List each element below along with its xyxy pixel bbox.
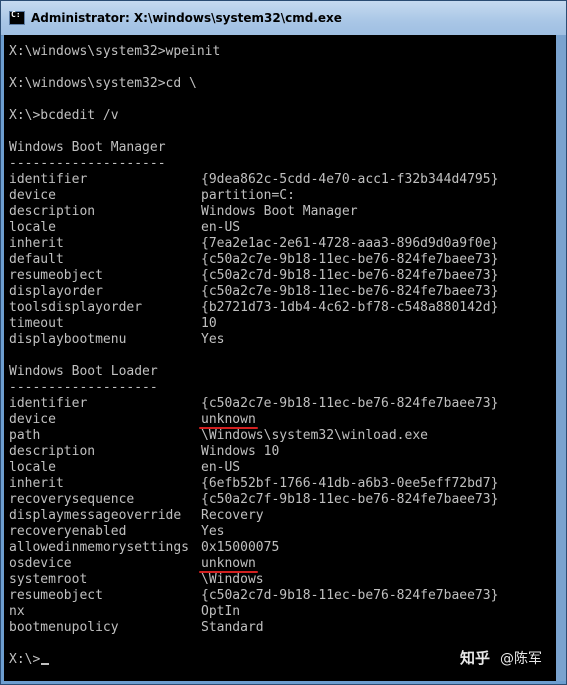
window-title: Administrator: X:\windows\system32\cmd.e… — [31, 11, 342, 25]
bcd-entry-value: 10 — [201, 316, 217, 331]
bcd-entry-key: device — [9, 188, 56, 203]
bcd-entry-row: recoveryenabled Yes — [9, 524, 224, 540]
bcd-entry-row: displayorder {c50a2c7e-9b18-11ec-be76-824… — [9, 284, 498, 300]
bcd-entry-value: Windows Boot Manager — [201, 204, 358, 219]
bcd-entry-key: timeout — [9, 316, 64, 331]
bcd-entry-value: Yes — [201, 332, 225, 347]
bcd-entry-key: identifier — [9, 172, 88, 187]
bcd-entry-key: locale — [9, 220, 56, 235]
bcd-entry-value: unknown — [201, 556, 256, 571]
bcd-entry-value: {c50a2c7d-9b18-11ec-be76-824fe7baee73} — [201, 268, 499, 283]
bcd-entry-row: toolsdisplayorder {b2721d73-1db4-4c62-bf7… — [9, 300, 498, 316]
bcd-entry-key: resumeobject — [9, 268, 103, 283]
bcd-entry-key: path — [9, 428, 41, 443]
bcd-entry-value: partition=C: — [201, 188, 295, 203]
command-prompt[interactable]: X:\> — [9, 652, 50, 668]
bcd-entry-row: description Windows 10 — [9, 444, 279, 460]
bcd-entry-key: systemroot — [9, 572, 88, 587]
bcd-entry-row: systemroot \Windows — [9, 572, 264, 588]
command-line-cd: X:\windows\system32>cd \ — [9, 76, 197, 91]
bcd-entry-value: 0x15000075 — [201, 540, 280, 555]
bcd-entry-key: default — [9, 252, 64, 267]
command-line-bcdedit: X:\>bcdedit /v — [9, 108, 119, 123]
bcd-entry-key: inherit — [9, 236, 64, 251]
bcd-entry-value: {c50a2c7e-9b18-11ec-be76-824fe7baee73} — [201, 284, 499, 299]
bcd-entry-key: osdevice — [9, 556, 72, 571]
console-output[interactable]: X:\windows\system32>wpeinit X:\windows\s… — [4, 35, 556, 681]
title-bar[interactable]: Administrator: X:\windows\system32\cmd.e… — [1, 1, 566, 36]
bcd-entry-value: Recovery — [201, 508, 264, 523]
watermark: 知乎 @陈军 — [460, 647, 542, 668]
boot-manager-rule: -------------------- — [9, 156, 166, 171]
bcd-entry-row: recoverysequence {c50a2c7f-9b18-11ec-be76… — [9, 492, 498, 508]
boot-manager-heading: Windows Boot Manager — [9, 140, 166, 155]
bcd-entry-row: locale en-US — [9, 460, 240, 476]
bcd-entry-row: identifier {9dea862c-5cdd-4e70-acc1-f32b3… — [9, 172, 498, 188]
bcd-entry-value: {c50a2c7e-9b18-11ec-be76-824fe7baee73} — [201, 396, 499, 411]
bcd-entry-row: default {c50a2c7e-9b18-11ec-be76-824fe7ba… — [9, 252, 498, 268]
zhihu-logo: 知乎 — [459, 649, 490, 667]
bcd-entry-key: displaymessageoverride — [9, 508, 182, 523]
bcd-entry-row: bootmenupolicy Standard — [9, 620, 264, 636]
bcd-entry-value: {9dea862c-5cdd-4e70-acc1-f32b344d4795} — [201, 172, 499, 187]
bcd-entry-row: description Windows Boot Manager — [9, 204, 358, 220]
bcd-entry-value: {c50a2c7e-9b18-11ec-be76-824fe7baee73} — [201, 252, 499, 267]
bcd-entry-key: toolsdisplayorder — [9, 300, 143, 315]
bcd-entry-value: \Windows — [201, 572, 264, 587]
bcd-entry-value: en-US — [201, 460, 241, 475]
bcd-entry-key: description — [9, 204, 96, 219]
watermark-author: @陈军 — [500, 651, 542, 667]
bcd-entry-row: osdevice unknown — [9, 556, 256, 572]
bcd-entry-value: en-US — [201, 220, 241, 235]
bcd-entry-key: recoveryenabled — [9, 524, 127, 539]
bcd-entry-row: inherit {7ea2e1ac-2e61-4728-aaa3-896d9d0a… — [9, 236, 498, 252]
cmd-icon[interactable] — [9, 10, 25, 25]
window-right-border — [556, 35, 566, 681]
text-cursor — [41, 663, 50, 665]
bcd-entry-row: locale en-US — [9, 220, 240, 236]
bcd-entry-key: inherit — [9, 476, 64, 491]
cmd-window: Administrator: X:\windows\system32\cmd.e… — [0, 0, 567, 685]
bcd-entry-row: timeout 10 — [9, 316, 217, 332]
bcd-entry-value: unknown — [201, 412, 256, 427]
bcd-entry-row: displaybootmenu Yes — [9, 332, 224, 348]
bcd-entry-row: device partition=C: — [9, 188, 295, 204]
bcd-entry-key: device — [9, 412, 56, 427]
bcd-entry-row: device unknown — [9, 412, 256, 428]
bcd-entry-value: {b2721d73-1db4-4c62-bf78-c548a880142d} — [201, 300, 499, 315]
bcd-entry-row: allowedinmemorysettings 0x15000075 — [9, 540, 279, 556]
bcd-entry-row: identifier {c50a2c7e-9b18-11ec-be76-824fe… — [9, 396, 498, 412]
bcd-entry-row: path \Windows\system32\winload.exe — [9, 428, 428, 444]
bcd-entry-value: Yes — [201, 524, 225, 539]
boot-loader-heading: Windows Boot Loader — [9, 364, 158, 379]
bcd-entry-key: allowedinmemorysettings — [9, 540, 190, 555]
bcd-entry-key: recoverysequence — [9, 492, 135, 507]
bcd-entry-row: nx OptIn — [9, 604, 240, 620]
bcd-entry-key: identifier — [9, 396, 88, 411]
bcd-entry-row: resumeobject {c50a2c7d-9b18-11ec-be76-824… — [9, 268, 498, 284]
bcd-entry-key: locale — [9, 460, 56, 475]
bcd-entry-key: description — [9, 444, 96, 459]
bcd-entry-row: inherit {6efb52bf-1766-41db-a6b3-0ee5eff7… — [9, 476, 498, 492]
bcd-entry-value: {6efb52bf-1766-41db-a6b3-0ee5eff72bd7} — [201, 476, 499, 491]
boot-loader-rule: ------------------- — [9, 380, 158, 395]
bcd-entry-row: displaymessageoverride Recovery — [9, 508, 264, 524]
bcd-entry-key: displayorder — [9, 284, 103, 299]
bcd-entry-row: resumeobject {c50a2c7d-9b18-11ec-be76-824… — [9, 588, 498, 604]
bcd-entry-value: Windows 10 — [201, 444, 280, 459]
bcd-entry-value: {c50a2c7d-9b18-11ec-be76-824fe7baee73} — [201, 588, 499, 603]
bcd-entry-value: {c50a2c7f-9b18-11ec-be76-824fe7baee73} — [201, 492, 499, 507]
command-line-wpeinit: X:\windows\system32>wpeinit — [9, 44, 221, 59]
bcd-entry-value: {7ea2e1ac-2e61-4728-aaa3-896d9d0a9f0e} — [201, 236, 499, 251]
bcd-entry-value: OptIn — [201, 604, 241, 619]
bcd-entry-key: nx — [9, 604, 25, 619]
bcd-entry-value: Standard — [201, 620, 264, 635]
bcd-entry-key: displaybootmenu — [9, 332, 127, 347]
bcd-entry-key: resumeobject — [9, 588, 103, 603]
bcd-entry-value: \Windows\system32\winload.exe — [201, 428, 428, 443]
prompt-text: X:\> — [9, 652, 41, 667]
bcd-entry-key: bootmenupolicy — [9, 620, 119, 635]
